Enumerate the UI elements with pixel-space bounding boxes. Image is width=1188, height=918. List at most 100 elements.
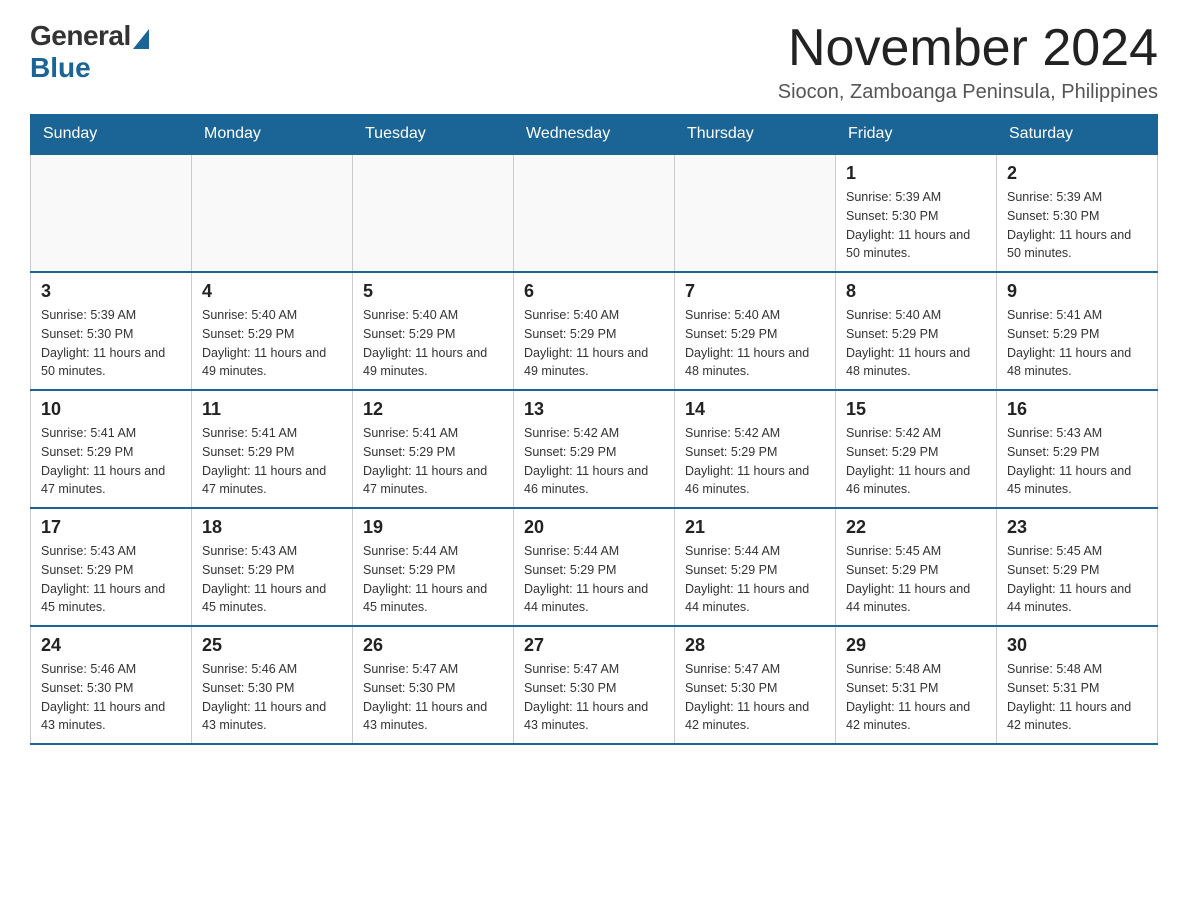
calendar-cell: 11Sunrise: 5:41 AMSunset: 5:29 PMDayligh… <box>192 390 353 508</box>
day-number: 21 <box>685 517 825 538</box>
weekday-header-saturday: Saturday <box>997 115 1158 155</box>
calendar-cell <box>192 154 353 272</box>
day-number: 29 <box>846 635 986 656</box>
calendar-cell: 14Sunrise: 5:42 AMSunset: 5:29 PMDayligh… <box>675 390 836 508</box>
day-number: 2 <box>1007 163 1147 184</box>
day-info: Sunrise: 5:45 AMSunset: 5:29 PMDaylight:… <box>1007 542 1147 617</box>
calendar-cell: 22 Sunrise: 5:45 AMSunset: 5:29 PMDayligh… <box>836 508 997 626</box>
day-number: 24 <box>41 635 181 656</box>
calendar-cell: 21 Sunrise: 5:44 AMSunset: 5:29 PMDayligh… <box>675 508 836 626</box>
day-number: 3 <box>41 281 181 302</box>
calendar-cell: 2 Sunrise: 5:39 AMSunset: 5:30 PMDaylight… <box>997 154 1158 272</box>
calendar-cell: 7 Sunrise: 5:40 AMSunset: 5:29 PMDaylight… <box>675 272 836 390</box>
day-info: Sunrise: 5:44 AMSunset: 5:29 PMDaylight:… <box>685 542 825 617</box>
day-info: Sunrise: 5:39 AMSunset: 5:30 PMDaylight:… <box>1007 188 1147 263</box>
day-number: 26 <box>363 635 503 656</box>
calendar-cell: 17 Sunrise: 5:43 AMSunset: 5:29 PMDayligh… <box>31 508 192 626</box>
day-number: 13 <box>524 399 664 420</box>
day-number: 10 <box>41 399 181 420</box>
day-info: Sunrise: 5:45 AMSunset: 5:29 PMDaylight:… <box>846 542 986 617</box>
day-number: 27 <box>524 635 664 656</box>
calendar-cell: 9 Sunrise: 5:41 AMSunset: 5:29 PMDaylight… <box>997 272 1158 390</box>
calendar-cell: 16Sunrise: 5:43 AMSunset: 5:29 PMDayligh… <box>997 390 1158 508</box>
day-info: Sunrise: 5:40 AMSunset: 5:29 PMDaylight:… <box>685 306 825 381</box>
day-number: 5 <box>363 281 503 302</box>
calendar-cell: 13Sunrise: 5:42 AMSunset: 5:29 PMDayligh… <box>514 390 675 508</box>
day-info: Sunrise: 5:39 AMSunset: 5:30 PMDaylight:… <box>846 188 986 263</box>
calendar-week-row: 10 Sunrise: 5:41 AMSunset: 5:29 PMDayligh… <box>31 390 1158 508</box>
page-header: General Blue November 2024 Siocon, Zambo… <box>30 20 1158 104</box>
calendar-cell: 18 Sunrise: 5:43 AMSunset: 5:29 PMDayligh… <box>192 508 353 626</box>
day-number: 4 <box>202 281 342 302</box>
weekday-header-sunday: Sunday <box>31 115 192 155</box>
day-number: 23 <box>1007 517 1147 538</box>
day-number: 7 <box>685 281 825 302</box>
calendar-week-row: 17 Sunrise: 5:43 AMSunset: 5:29 PMDayligh… <box>31 508 1158 626</box>
calendar-cell: 10 Sunrise: 5:41 AMSunset: 5:29 PMDayligh… <box>31 390 192 508</box>
day-info: Sunrise: 5:43 AMSunset: 5:29 PMDaylight:… <box>41 542 181 617</box>
calendar-cell: 27 Sunrise: 5:47 AMSunset: 5:30 PMDayligh… <box>514 626 675 744</box>
day-number: 12 <box>363 399 503 420</box>
calendar-cell: 23 Sunrise: 5:45 AMSunset: 5:29 PMDayligh… <box>997 508 1158 626</box>
calendar-cell: 25 Sunrise: 5:46 AMSunset: 5:30 PMDayligh… <box>192 626 353 744</box>
calendar-cell <box>514 154 675 272</box>
day-number: 22 <box>846 517 986 538</box>
calendar-cell: 30 Sunrise: 5:48 AMSunset: 5:31 PMDayligh… <box>997 626 1158 744</box>
day-info: Sunrise: 5:41 AMSunset: 5:29 PMDaylight:… <box>1007 306 1147 381</box>
day-info: Sunrise: 5:40 AMSunset: 5:29 PMDaylight:… <box>846 306 986 381</box>
calendar-cell: 24Sunrise: 5:46 AMSunset: 5:30 PMDayligh… <box>31 626 192 744</box>
calendar-week-row: 24 Sunrise: 5:46 AMSunset: 5:30 PMDayligh… <box>31 626 1158 744</box>
calendar-cell: 6Sunrise: 5:40 AMSunset: 5:29 PMDaylight… <box>514 272 675 390</box>
day-info: Sunrise: 5:40 AMSunset: 5:29 PMDaylight:… <box>363 306 503 381</box>
calendar-cell: 12 Sunrise: 5:41 AMSunset: 5:29 PMDayligh… <box>353 390 514 508</box>
day-info: Sunrise: 5:44 AMSunset: 5:29 PMDaylight:… <box>363 542 503 617</box>
day-number: 20 <box>524 517 664 538</box>
weekday-header-wednesday: Wednesday <box>514 115 675 155</box>
day-info: Sunrise: 5:39 AMSunset: 5:30 PMDaylight:… <box>41 306 181 381</box>
day-number: 30 <box>1007 635 1147 656</box>
calendar-cell <box>31 154 192 272</box>
day-info: Sunrise: 5:42 AMSunset: 5:29 PMDaylight:… <box>846 424 986 499</box>
day-info: Sunrise: 5:41 AMSunset: 5:29 PMDaylight:… <box>363 424 503 499</box>
day-number: 25 <box>202 635 342 656</box>
day-info: Sunrise: 5:40 AMSunset: 5:29 PMDaylight:… <box>202 306 342 381</box>
day-info: Sunrise: 5:41 AMSunset: 5:29 PMDaylight:… <box>41 424 181 499</box>
calendar-table: SundayMondayTuesdayWednesdayThursdayFrid… <box>30 114 1158 745</box>
calendar-cell: 26 Sunrise: 5:47 AMSunset: 5:30 PMDayligh… <box>353 626 514 744</box>
calendar-cell: 8 Sunrise: 5:40 AMSunset: 5:29 PMDaylight… <box>836 272 997 390</box>
day-number: 28 <box>685 635 825 656</box>
weekday-header-monday: Monday <box>192 115 353 155</box>
day-info: Sunrise: 5:44 AMSunset: 5:29 PMDaylight:… <box>524 542 664 617</box>
day-info: Sunrise: 5:47 AMSunset: 5:30 PMDaylight:… <box>363 660 503 735</box>
day-info: Sunrise: 5:43 AMSunset: 5:29 PMDaylight:… <box>1007 424 1147 499</box>
calendar-cell: 5 Sunrise: 5:40 AMSunset: 5:29 PMDaylight… <box>353 272 514 390</box>
day-number: 11 <box>202 399 342 420</box>
day-number: 17 <box>41 517 181 538</box>
day-number: 9 <box>1007 281 1147 302</box>
calendar-cell: 19 Sunrise: 5:44 AMSunset: 5:29 PMDayligh… <box>353 508 514 626</box>
day-number: 19 <box>363 517 503 538</box>
month-title: November 2024 <box>778 20 1158 77</box>
calendar-cell: 3 Sunrise: 5:39 AMSunset: 5:30 PMDaylight… <box>31 272 192 390</box>
day-info: Sunrise: 5:48 AMSunset: 5:31 PMDaylight:… <box>846 660 986 735</box>
calendar-cell: 4 Sunrise: 5:40 AMSunset: 5:29 PMDaylight… <box>192 272 353 390</box>
logo-triangle-icon <box>133 29 149 49</box>
day-info: Sunrise: 5:47 AMSunset: 5:30 PMDaylight:… <box>685 660 825 735</box>
day-info: Sunrise: 5:48 AMSunset: 5:31 PMDaylight:… <box>1007 660 1147 735</box>
day-info: Sunrise: 5:46 AMSunset: 5:30 PMDaylight:… <box>202 660 342 735</box>
calendar-header-row: SundayMondayTuesdayWednesdayThursdayFrid… <box>31 115 1158 155</box>
day-number: 1 <box>846 163 986 184</box>
day-number: 6 <box>524 281 664 302</box>
day-info: Sunrise: 5:47 AMSunset: 5:30 PMDaylight:… <box>524 660 664 735</box>
day-info: Sunrise: 5:43 AMSunset: 5:29 PMDaylight:… <box>202 542 342 617</box>
calendar-cell <box>675 154 836 272</box>
logo-blue-text: Blue <box>30 52 91 84</box>
logo: General Blue <box>30 20 149 84</box>
day-number: 18 <box>202 517 342 538</box>
day-number: 15 <box>846 399 986 420</box>
day-number: 14 <box>685 399 825 420</box>
weekday-header-tuesday: Tuesday <box>353 115 514 155</box>
calendar-cell: 1 Sunrise: 5:39 AMSunset: 5:30 PMDaylight… <box>836 154 997 272</box>
day-number: 8 <box>846 281 986 302</box>
logo-general-text: General <box>30 20 131 52</box>
